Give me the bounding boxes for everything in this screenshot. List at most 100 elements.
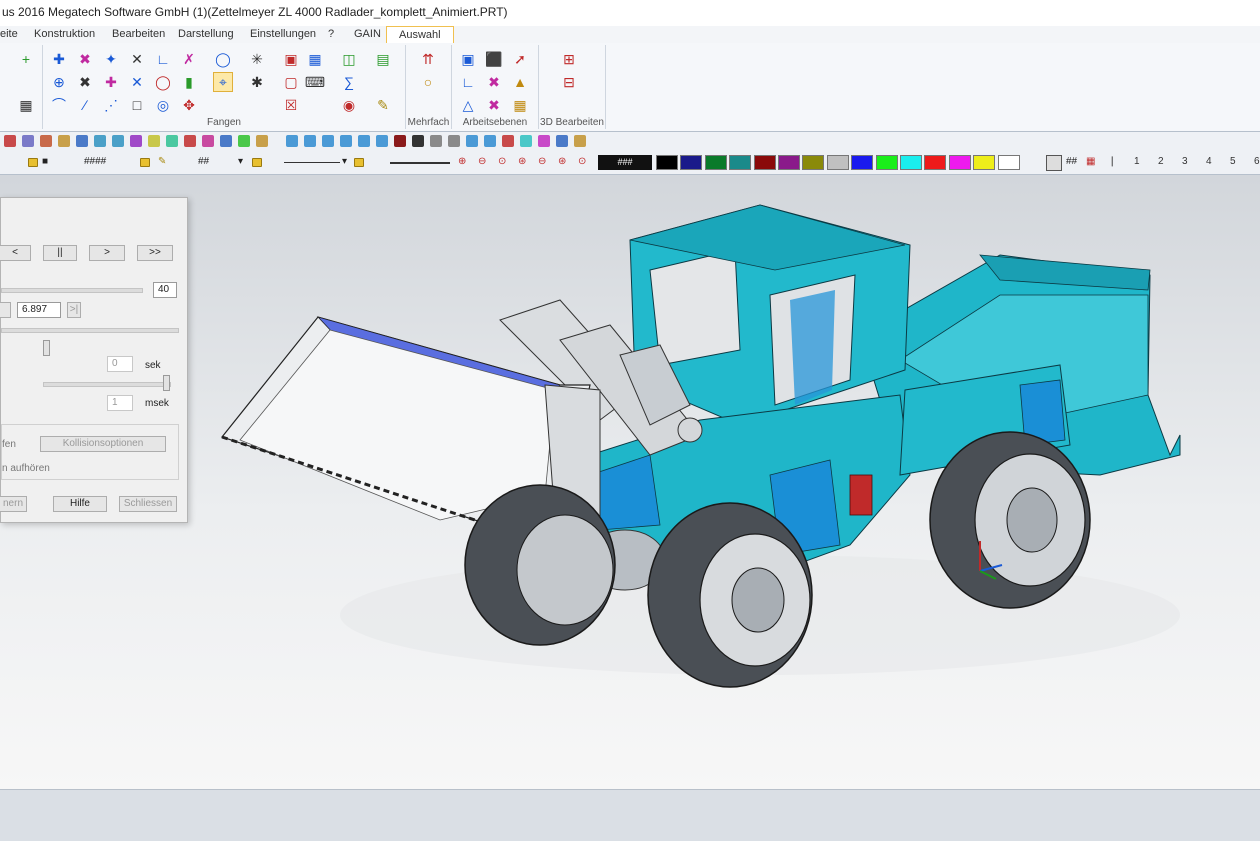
color-swatch[interactable]: [680, 155, 703, 170]
collision-options-button[interactable]: Kollisionsoptionen: [40, 436, 166, 452]
plus-icon[interactable]: +: [16, 49, 36, 69]
layer-button[interactable]: 3: [1182, 156, 1188, 167]
material-icon[interactable]: [520, 135, 532, 147]
workplane-rotate-icon[interactable]: ✖: [484, 95, 504, 115]
seconds-field[interactable]: 0: [107, 356, 133, 372]
pencil-icon[interactable]: ✎: [373, 95, 393, 115]
snap-arc-icon[interactable]: ⌒: [49, 95, 69, 115]
snap-center-icon[interactable]: ⊕: [49, 72, 69, 92]
snap-ring-icon[interactable]: ◎: [153, 95, 173, 115]
layer-button[interactable]: 1: [1134, 156, 1140, 167]
color-icon[interactable]: [256, 135, 268, 147]
color-swatch[interactable]: [875, 155, 898, 170]
snap-move-icon[interactable]: ✥: [179, 95, 199, 115]
layer-button[interactable]: 5: [1230, 156, 1236, 167]
color-swatch[interactable]: [704, 155, 727, 170]
tab-konstruktion[interactable]: Konstruktion: [34, 28, 95, 40]
color-swatch[interactable]: [973, 155, 996, 170]
stop-on-collision-label[interactable]: n aufhören: [2, 463, 50, 474]
snap-star-icon[interactable]: ✳: [247, 49, 267, 69]
pen-field[interactable]: ####: [84, 156, 106, 167]
color-swatch[interactable]: [729, 155, 752, 170]
view-left-icon[interactable]: [322, 135, 334, 147]
save-icon[interactable]: [40, 135, 52, 147]
view-front-icon[interactable]: [286, 135, 298, 147]
zoom-icon[interactable]: [220, 135, 232, 147]
color-swatch[interactable]: [778, 155, 800, 170]
render-icon[interactable]: [166, 135, 178, 147]
lock-icon-3[interactable]: [252, 158, 262, 167]
snap-tangent-icon[interactable]: ✗: [179, 49, 199, 69]
view-bottom-icon[interactable]: [376, 135, 388, 147]
snap-perp-icon[interactable]: ✖: [75, 72, 95, 92]
section-icon[interactable]: [448, 135, 460, 147]
pan-icon[interactable]: ⊛: [558, 156, 566, 167]
hidden-icon[interactable]: [430, 135, 442, 147]
color-swatch[interactable]: [924, 155, 947, 170]
workplane-front-icon[interactable]: ▣: [458, 49, 478, 69]
line-style-preview[interactable]: [284, 162, 340, 163]
next-frame-button[interactable]: >: [89, 245, 125, 261]
tab-darstellung[interactable]: Darstellung: [178, 28, 234, 40]
snap-line-icon[interactable]: ∟: [153, 49, 173, 69]
lock-icon[interactable]: [28, 158, 38, 167]
color-swatch[interactable]: [997, 155, 1020, 170]
color-swatch[interactable]: [900, 155, 922, 170]
tab-einstellungen[interactable]: Einstellungen: [250, 28, 316, 40]
snap-end-icon[interactable]: ✚: [101, 72, 121, 92]
snap-intersect-icon[interactable]: ✖: [75, 49, 95, 69]
edit3d-add-icon[interactable]: ⊞: [559, 49, 579, 69]
help-button[interactable]: Hilfe: [53, 496, 107, 512]
snap-keyboard-icon[interactable]: ⌨: [305, 72, 325, 92]
snap-cross-icon[interactable]: ✕: [127, 49, 147, 69]
layer-icon[interactable]: [238, 135, 250, 147]
snap-stack-icon[interactable]: ▤: [373, 49, 393, 69]
snap-mid-icon[interactable]: ✦: [101, 49, 121, 69]
ms-slider-thumb[interactable]: [163, 375, 170, 391]
paste-icon[interactable]: [148, 135, 160, 147]
color-swatch[interactable]: [948, 155, 971, 170]
workplane-axes-icon[interactable]: ➚: [510, 49, 530, 69]
view-top-icon[interactable]: [358, 135, 370, 147]
redraw-icon[interactable]: ⊙: [578, 156, 586, 167]
measure-icon[interactable]: [202, 135, 214, 147]
snap-steps-icon[interactable]: ⋰: [101, 95, 121, 115]
zoom-in-icon[interactable]: ⊕: [458, 156, 466, 167]
layer-button[interactable]: 6: [1254, 156, 1260, 167]
grid-snap-icon[interactable]: ▦: [16, 95, 36, 115]
3d-viewport[interactable]: [0, 175, 1260, 789]
zoom-window-icon[interactable]: ⊙: [498, 156, 506, 167]
dropdown-arrow-icon[interactable]: ▾: [238, 156, 243, 167]
workplane-cube-icon[interactable]: ⬛: [484, 49, 504, 69]
color-picker-icon[interactable]: [1046, 155, 1062, 171]
snap-target-icon[interactable]: ⌖: [213, 72, 233, 92]
color-swatch[interactable]: [656, 155, 678, 170]
tab-bearbeiten[interactable]: Bearbeiten: [112, 28, 165, 40]
grid-color-icon[interactable]: ▦: [1086, 156, 1095, 167]
workplane-diag-icon[interactable]: ✖: [484, 72, 504, 92]
workplane-top-icon[interactable]: ▲: [510, 72, 530, 92]
tab-auswahl[interactable]: Auswahl: [386, 26, 454, 43]
shade-icon[interactable]: [394, 135, 406, 147]
snap-rect-icon[interactable]: □: [127, 95, 147, 115]
lock-icon-2[interactable]: [140, 158, 150, 167]
multi-select-icon[interactable]: ⇈: [418, 49, 438, 69]
snap-box-icon[interactable]: ▣: [281, 49, 301, 69]
current-color-box[interactable]: ###: [598, 155, 652, 170]
copy-icon[interactable]: [130, 135, 142, 147]
new-icon[interactable]: [4, 135, 16, 147]
snap-ellipse-icon[interactable]: ◯: [153, 72, 173, 92]
multi-circle-icon[interactable]: ○: [418, 72, 438, 92]
snap-origin-icon[interactable]: ◉: [339, 95, 359, 115]
color-swatch[interactable]: [802, 155, 825, 170]
snap-bar-icon[interactable]: ▮: [179, 72, 199, 92]
iso-icon[interactable]: [466, 135, 478, 147]
snap-circle-icon[interactable]: ◯: [213, 49, 233, 69]
light-icon[interactable]: [502, 135, 514, 147]
layer-button[interactable]: 4: [1206, 156, 1212, 167]
color-swatch[interactable]: [851, 155, 874, 170]
tab-help[interactable]: ?: [328, 28, 334, 40]
cut-icon[interactable]: [76, 135, 88, 147]
texture-icon[interactable]: [538, 135, 550, 147]
prev-frame-button[interactable]: <: [0, 245, 31, 261]
